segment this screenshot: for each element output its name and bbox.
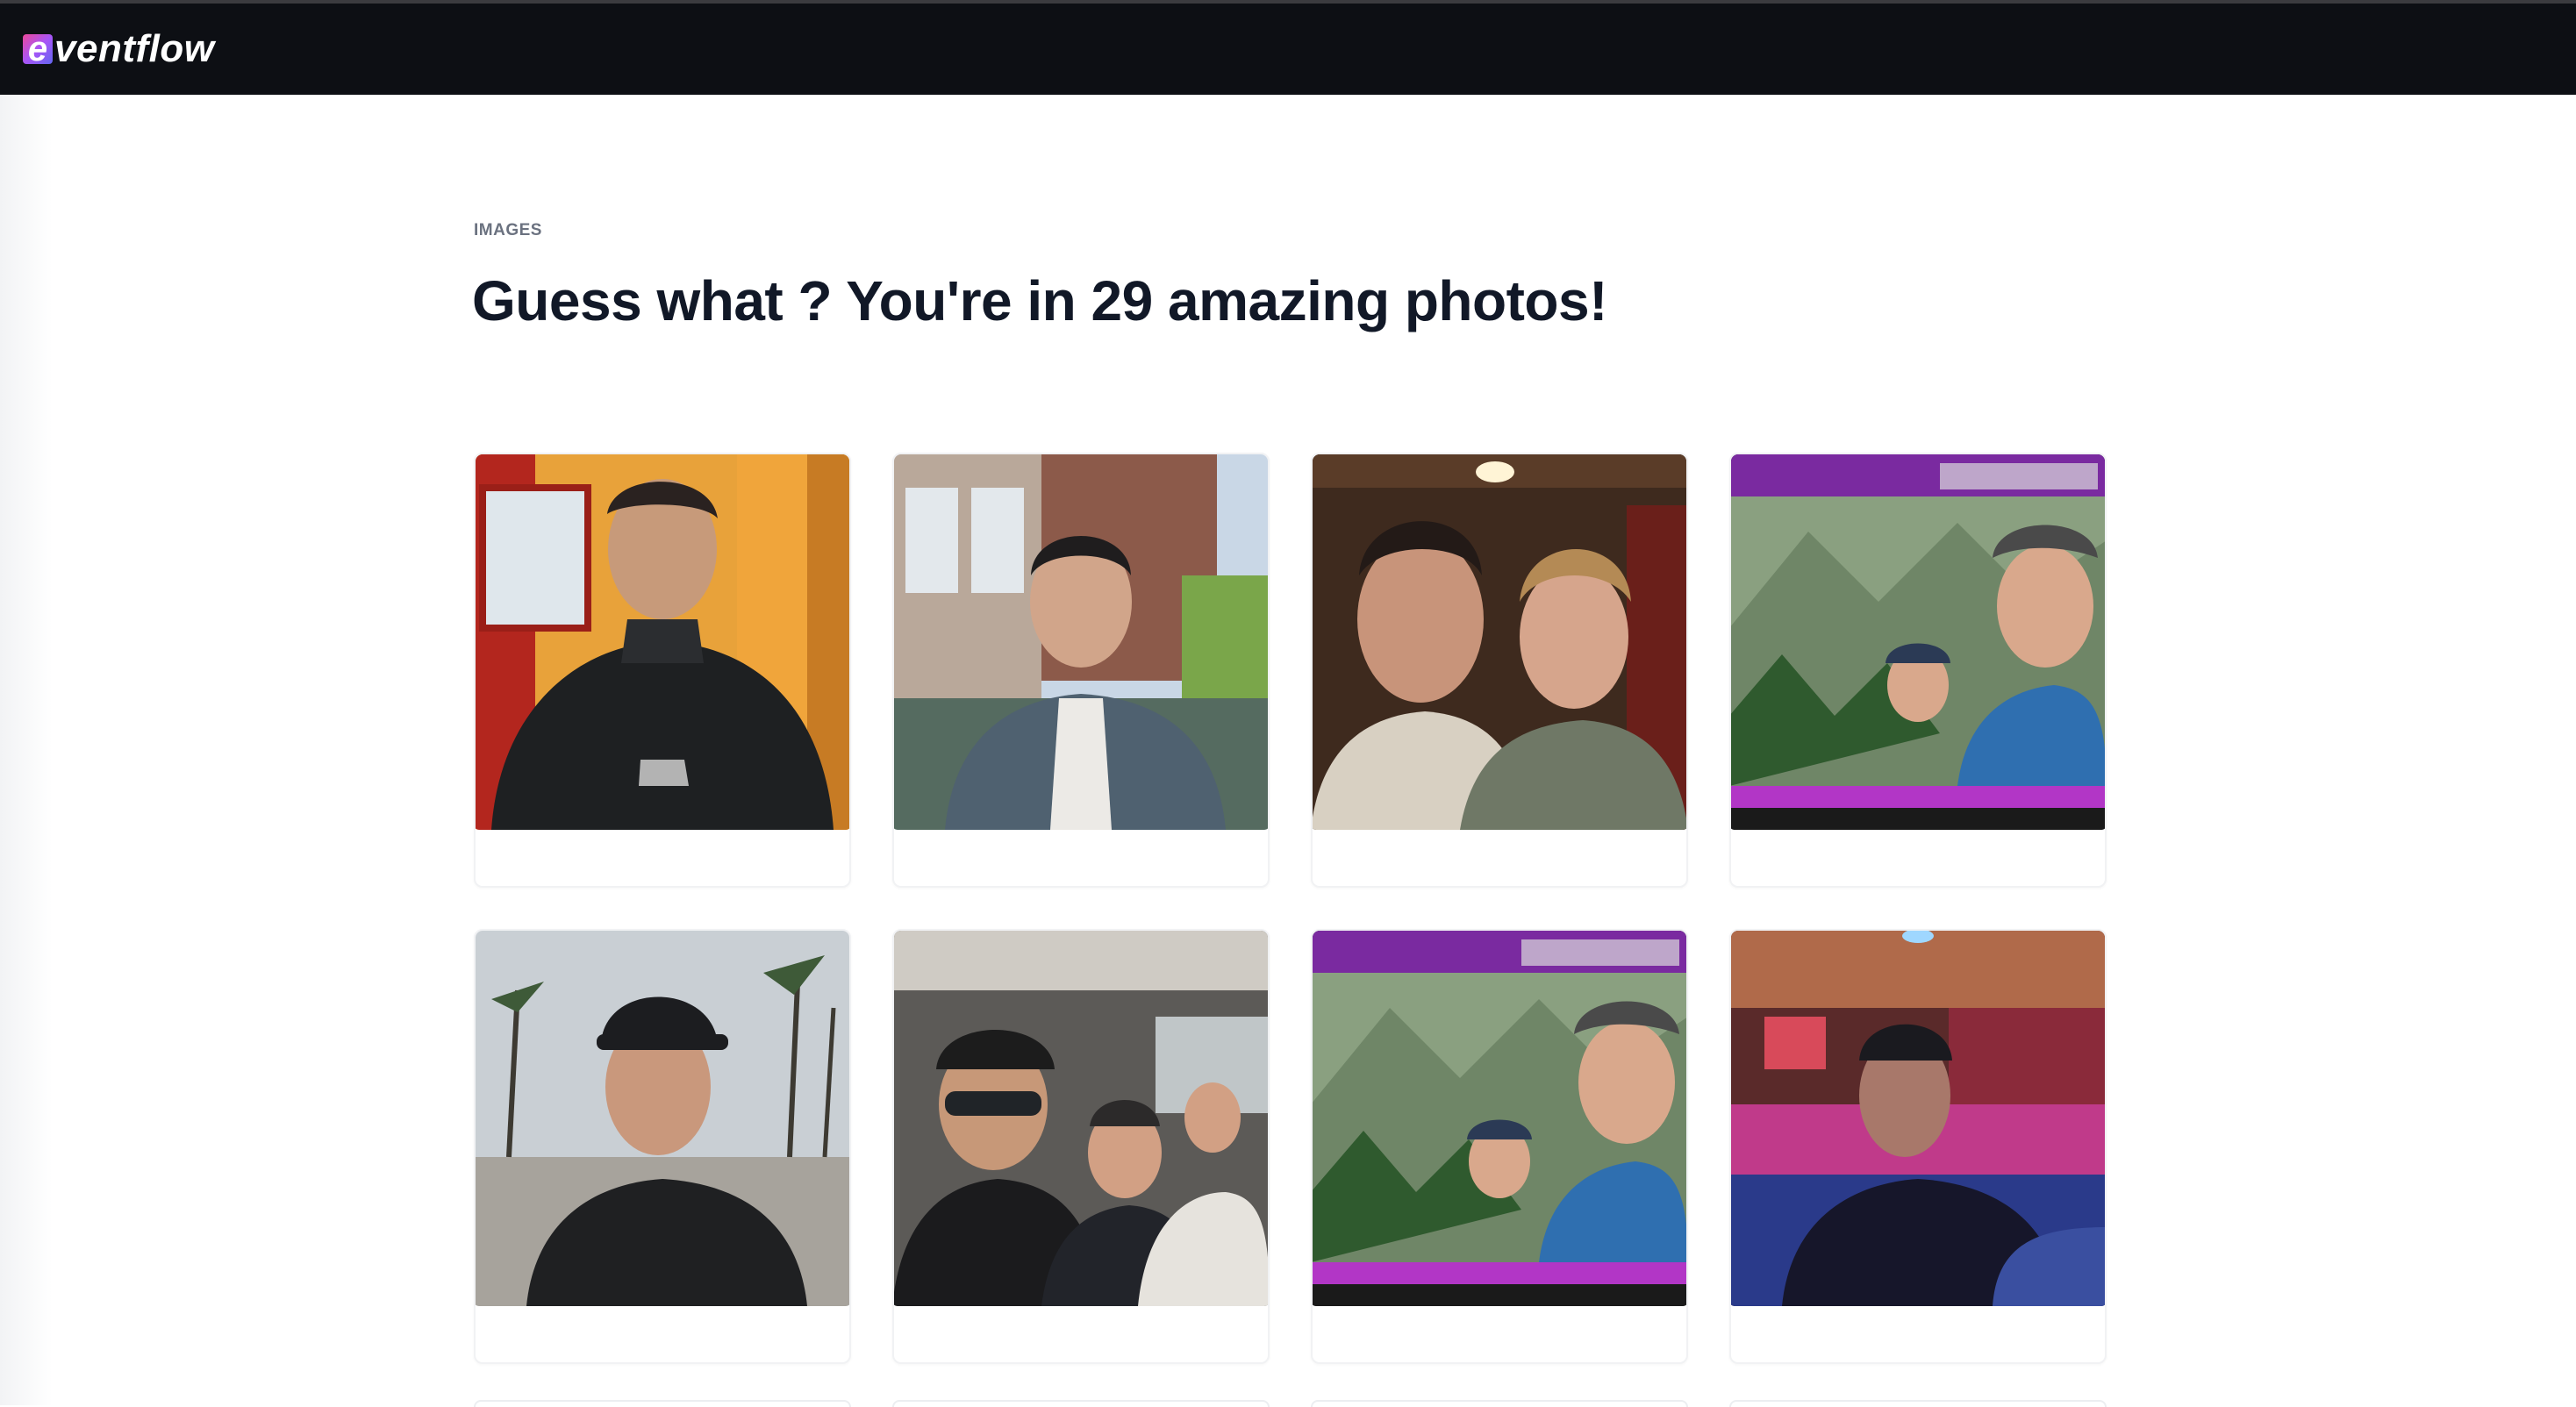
logo-mark-icon: e	[23, 32, 53, 67]
photo-card[interactable]	[474, 929, 851, 1364]
top-navbar: e ventflow	[0, 4, 2576, 95]
photo-image[interactable]	[1313, 931, 1686, 1306]
eventflow-logo[interactable]: e ventflow	[23, 23, 214, 75]
photo-card-partial[interactable]	[1311, 1400, 1688, 1407]
next-row-partial	[474, 1400, 2107, 1407]
photo-grid	[474, 453, 2107, 1364]
photo-image[interactable]	[476, 931, 849, 1306]
photo-image[interactable]	[1313, 454, 1686, 830]
photo-image[interactable]	[476, 454, 849, 830]
logo-wordmark: ventflow	[54, 27, 215, 70]
photo-image[interactable]	[894, 454, 1268, 830]
photo-card[interactable]	[892, 929, 1270, 1364]
section-label: IMAGES	[474, 221, 542, 239]
photo-image[interactable]	[894, 931, 1268, 1306]
left-edge-shadow	[0, 95, 53, 1405]
photo-card-partial[interactable]	[892, 1400, 1270, 1407]
photo-card[interactable]	[892, 453, 1270, 888]
photo-image[interactable]	[1731, 454, 2105, 830]
photo-card-partial[interactable]	[474, 1400, 851, 1407]
photo-card[interactable]	[474, 453, 851, 888]
photo-card[interactable]	[1729, 453, 2107, 888]
photo-card[interactable]	[1729, 929, 2107, 1364]
page-title: Guess what ? You're in 29 amazing photos…	[472, 269, 1607, 332]
photo-image[interactable]	[1731, 931, 2105, 1306]
photo-card-partial[interactable]	[1729, 1400, 2107, 1407]
photo-card[interactable]	[1311, 929, 1688, 1364]
photo-card[interactable]	[1311, 453, 1688, 888]
